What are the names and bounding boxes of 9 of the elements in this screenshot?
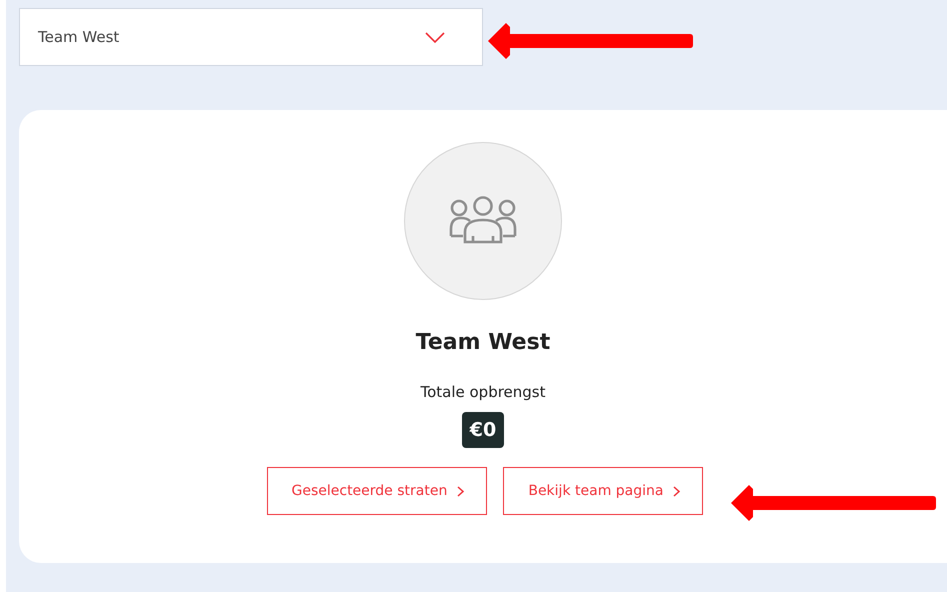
revenue-badge: €0: [462, 412, 504, 448]
chevron-right-icon: [673, 486, 680, 496]
chevron-right-icon: [457, 486, 464, 496]
revenue-label: Totale opbrengst: [420, 383, 546, 401]
card-button[interactable]: Geselecteerde straten: [266, 467, 488, 515]
team-name: Team West: [416, 330, 550, 355]
card-button[interactable]: Bekijk team pagina: [503, 467, 704, 515]
chevron-down-icon: [425, 32, 445, 42]
team-dropdown[interactable]: Team West: [19, 8, 483, 66]
